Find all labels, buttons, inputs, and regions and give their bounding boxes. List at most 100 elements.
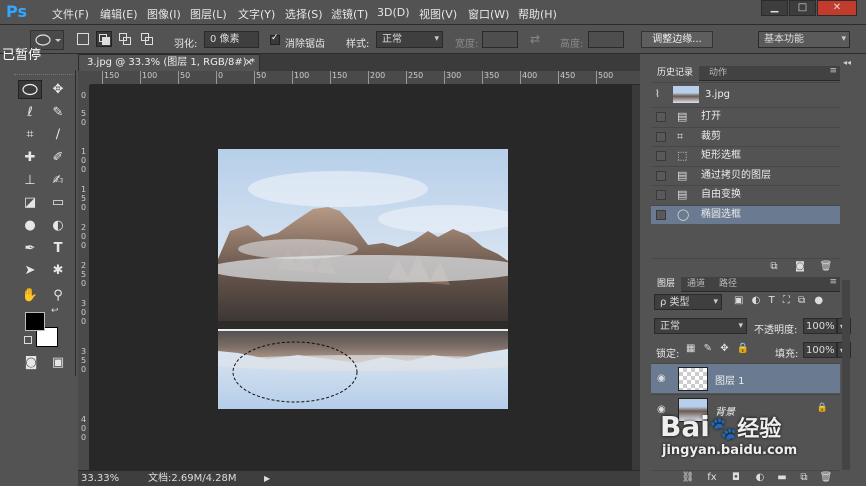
new-document-from-state-icon[interactable]: ⧉: [767, 261, 781, 272]
history-source-checkbox[interactable]: [656, 171, 666, 181]
quick-selection-tool-icon[interactable]: ✎: [46, 103, 70, 122]
lock-transparent-icon[interactable]: ▦: [686, 343, 695, 354]
tab-layers[interactable]: 图层: [651, 277, 682, 292]
menu-select[interactable]: 选择(S): [285, 6, 323, 21]
quick-mask-icon[interactable]: ◙: [19, 353, 43, 372]
elliptical-marquee-tool-icon[interactable]: [18, 80, 42, 99]
height-input[interactable]: [588, 31, 624, 48]
history-brush-tool-icon[interactable]: ✍: [46, 171, 70, 190]
horizontal-ruler[interactable]: 150 100 50 0 50 100 150 200 250 300 350 …: [90, 71, 640, 85]
history-source-checkbox[interactable]: [656, 190, 666, 200]
default-colors-icon[interactable]: [24, 336, 32, 344]
layer-filter-select[interactable]: ρ 类型: [654, 294, 722, 310]
visibility-eye-icon[interactable]: ◉: [657, 373, 666, 384]
history-item[interactable]: ▤ 通过拷贝的图层: [651, 166, 840, 185]
vertical-ruler[interactable]: 0 5 0 1 0 0 1 5 0 2 0 0 2 5 0 3 0 0 3 5 …: [78, 85, 90, 470]
gradient-tool-icon[interactable]: ▭: [46, 193, 70, 212]
intersect-selection-icon[interactable]: [141, 33, 153, 45]
type-tool-icon[interactable]: T: [46, 239, 70, 258]
menu-help[interactable]: 帮助(H): [518, 6, 557, 21]
eyedropper-tool-icon[interactable]: ∕: [46, 125, 70, 144]
trash-icon[interactable]: 🗑: [819, 261, 833, 272]
hand-tool-icon[interactable]: ✋: [18, 286, 42, 305]
history-item[interactable]: ⌗ 裁剪: [651, 127, 840, 146]
new-layer-icon[interactable]: ⧉: [797, 472, 811, 483]
vertical-scrollbar[interactable]: [632, 85, 640, 470]
link-layers-icon[interactable]: ⛓: [681, 472, 695, 483]
panel-menu-icon[interactable]: ≡: [829, 277, 837, 287]
menu-view[interactable]: 视图(V): [419, 6, 457, 21]
document-tab[interactable]: 3.jpg @ 33.3% (图层 1, RGB/8#) * ×: [78, 54, 260, 71]
panel-menu-icon[interactable]: ≡: [829, 66, 837, 76]
add-to-selection-icon[interactable]: [96, 31, 112, 47]
adjustment-layer-icon[interactable]: ◐: [753, 472, 767, 483]
new-group-icon[interactable]: ▬: [775, 472, 789, 483]
move-tool-icon[interactable]: ✥: [46, 80, 70, 99]
history-source-checkbox[interactable]: [656, 112, 666, 122]
document-image[interactable]: [218, 149, 508, 409]
tab-paths[interactable]: 路径: [713, 277, 743, 292]
lock-position-icon[interactable]: ✥: [720, 343, 728, 354]
history-source-checkbox[interactable]: [656, 210, 666, 220]
style-select[interactable]: 正常: [376, 31, 443, 48]
clone-stamp-tool-icon[interactable]: ⊥: [18, 171, 42, 190]
trash-icon[interactable]: 🗑: [819, 472, 833, 483]
history-item[interactable]: ▤ 打开: [651, 107, 840, 126]
shape-tool-icon[interactable]: ✱: [46, 261, 70, 280]
smart-object-filter-icon[interactable]: ⧉: [798, 295, 805, 306]
zoom-tool-icon[interactable]: ⚲: [46, 286, 70, 305]
image-filter-icon[interactable]: ▣: [734, 295, 743, 306]
lock-all-icon[interactable]: 🔒: [737, 343, 749, 354]
menu-3d[interactable]: 3D(D): [377, 6, 410, 20]
antialias-checkbox[interactable]: ✓: [270, 33, 280, 45]
menu-type[interactable]: 文字(Y): [238, 6, 275, 21]
lock-image-icon[interactable]: ✎: [704, 343, 712, 354]
path-selection-tool-icon[interactable]: ➤: [18, 261, 42, 280]
workspace-select[interactable]: 基本功能: [758, 31, 850, 48]
zoom-level[interactable]: 33.33%: [81, 471, 119, 486]
dodge-tool-icon[interactable]: ◐: [46, 216, 70, 235]
opacity-input[interactable]: 100%: [803, 318, 837, 334]
new-selection-icon[interactable]: [77, 33, 89, 45]
fx-icon[interactable]: fx: [705, 472, 719, 483]
restore-button[interactable]: □: [789, 0, 816, 16]
menu-filter[interactable]: 滤镜(T): [331, 6, 368, 21]
camera-icon[interactable]: ◙: [793, 261, 807, 272]
panel-scrollbar[interactable]: [842, 280, 850, 470]
menu-edit[interactable]: 编辑(E): [100, 6, 138, 21]
add-mask-icon[interactable]: ◘: [729, 472, 743, 483]
history-brush-source-icon[interactable]: ⌇: [655, 86, 660, 104]
feather-input[interactable]: 0 像素: [204, 31, 259, 48]
menu-file[interactable]: 文件(F): [52, 6, 89, 21]
refine-edge-button[interactable]: 调整边缘...: [641, 31, 713, 48]
history-snapshot-row[interactable]: ⌇ 3.jpg: [651, 82, 840, 106]
toolbar-grip[interactable]: [14, 74, 74, 75]
minimize-button[interactable]: ▁: [761, 0, 788, 16]
adjustment-filter-icon[interactable]: ◐: [752, 295, 761, 306]
filter-toggle-icon[interactable]: ●: [814, 295, 823, 306]
pen-tool-icon[interactable]: ✒: [18, 239, 42, 258]
menu-image[interactable]: 图像(I): [147, 6, 181, 21]
status-menu-arrow-icon[interactable]: ▶: [264, 471, 270, 486]
menu-layer[interactable]: 图层(L): [190, 6, 227, 21]
brush-tool-icon[interactable]: ✐: [46, 148, 70, 167]
history-item[interactable]: ⬚ 矩形选框: [651, 146, 840, 165]
menu-window[interactable]: 窗口(W): [468, 6, 509, 21]
swap-icon[interactable]: ⇄: [530, 32, 540, 46]
type-filter-icon[interactable]: T: [769, 295, 775, 306]
close-window-button[interactable]: ✕: [817, 0, 857, 16]
swap-colors-icon[interactable]: ↩: [51, 306, 59, 316]
tab-history[interactable]: 历史记录: [651, 66, 700, 81]
blend-mode-select[interactable]: 正常: [654, 318, 747, 334]
history-source-checkbox[interactable]: [656, 132, 666, 142]
shape-filter-icon[interactable]: ⛶: [783, 295, 790, 306]
collapse-panels-icon[interactable]: ◂◂: [843, 58, 851, 67]
healing-brush-tool-icon[interactable]: ✚: [18, 148, 42, 167]
eraser-tool-icon[interactable]: ◪: [18, 193, 42, 212]
tab-actions[interactable]: 动作: [703, 66, 733, 81]
foreground-color-swatch[interactable]: [25, 312, 45, 331]
history-source-checkbox[interactable]: [656, 151, 666, 161]
tab-channels[interactable]: 通道: [681, 277, 711, 292]
subtract-selection-icon[interactable]: [119, 33, 131, 45]
crop-tool-icon[interactable]: ⌗: [18, 125, 42, 144]
